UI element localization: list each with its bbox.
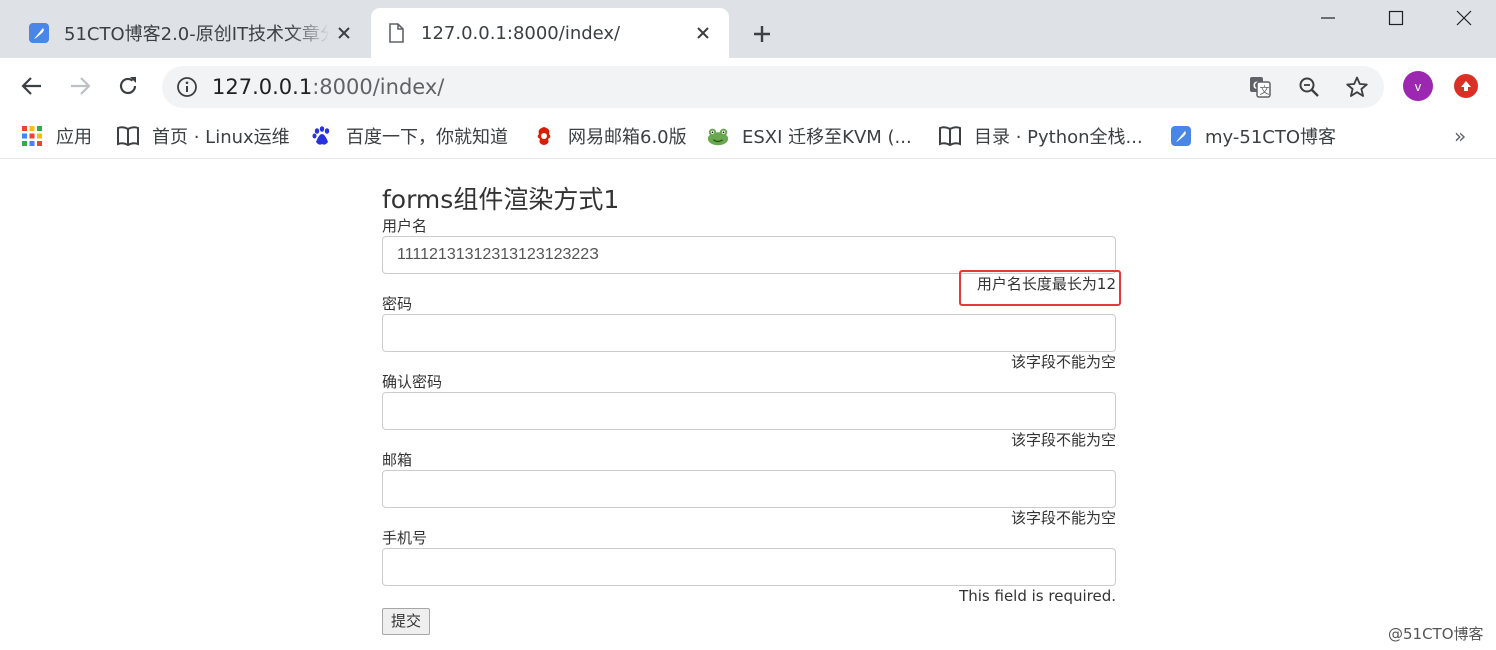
profile-avatar[interactable]: v (1403, 71, 1433, 101)
page-title: forms组件渲染方式1 (382, 185, 620, 214)
confirm-password-input[interactable] (382, 392, 1116, 430)
bookmark-baidu[interactable]: 百度一下，你就知道 (310, 122, 508, 150)
phone-input[interactable] (382, 548, 1116, 586)
bookmark-label: 首页 · Linux运维 (152, 127, 290, 148)
new-tab-button[interactable] (748, 20, 776, 48)
password-label: 密码 (382, 295, 413, 313)
extension-upload-icon[interactable] (1454, 74, 1478, 98)
bookmark-label: 网易邮箱6.0版 (568, 127, 687, 148)
url-text: 127.0.0.1:8000/index/ (212, 74, 444, 100)
tab-index[interactable]: 127.0.0.1:8000/index/ (371, 8, 729, 58)
url-path: :8000/index/ (312, 75, 445, 99)
book-icon (938, 124, 962, 148)
email-group: 邮箱 该字段不能为空 (382, 450, 1116, 528)
email-label: 邮箱 (382, 451, 413, 469)
baidu-paw-icon (310, 124, 334, 148)
arrow-right-icon (71, 77, 91, 95)
bookmarks-bar: 应用 首页 · Linux运维 百度一下，你就知道 网易邮箱6.0版 ESXI … (0, 114, 1496, 159)
back-button[interactable] (16, 70, 48, 102)
username-error: 用户名长度最长为12 (382, 270, 1121, 306)
bookmark-label: 目录 · Python全栈... (974, 127, 1143, 148)
bookmark-label: ESXI 迁移至KVM (... (742, 127, 912, 148)
username-label: 用户名 (382, 217, 428, 235)
netease-mail-icon (532, 124, 556, 148)
plus-icon (754, 26, 770, 42)
page-icon (389, 23, 404, 43)
bookmark-netease[interactable]: 网易邮箱6.0版 (532, 122, 687, 150)
close-window-button[interactable] (1440, 0, 1488, 36)
address-bar[interactable]: 127.0.0.1:8000/index/ G 文 (162, 66, 1384, 108)
bookmark-label: 百度一下，你就知道 (346, 127, 508, 148)
bookmark-label: my-51CTO博客 (1205, 127, 1337, 148)
forward-button[interactable] (64, 70, 96, 102)
tab-title: 51CTO博客2.0-原创IT技术文章分享平台 (64, 24, 330, 45)
tab-51cto[interactable]: 51CTO博客2.0-原创IT技术文章分享平台 (14, 8, 370, 58)
minimize-icon (1321, 17, 1335, 19)
toolbar: 127.0.0.1:8000/index/ G 文 v (0, 58, 1496, 114)
close-tab-icon[interactable] (689, 19, 717, 47)
username-value: 1111213131231312312322З (397, 246, 599, 263)
maximize-icon (1388, 10, 1404, 26)
bookmarks-overflow-button[interactable]: » (1454, 124, 1466, 148)
info-icon[interactable] (176, 76, 198, 98)
bookmark-label: 应用 (56, 127, 92, 148)
frog-icon (706, 124, 730, 148)
tab-strip: 51CTO博客2.0-原创IT技术文章分享平台 127.0.0.1:8000/i… (0, 0, 1496, 58)
username-input[interactable]: 1111213131231312312322З (382, 236, 1116, 274)
maximize-button[interactable] (1372, 0, 1420, 36)
arrow-left-icon (21, 77, 41, 95)
close-tab-icon[interactable] (330, 19, 358, 47)
password-error: 该字段不能为空 (1010, 353, 1116, 371)
bookmark-51cto[interactable]: my-51CTO博客 (1169, 122, 1336, 150)
star-icon[interactable] (1345, 75, 1369, 99)
password-group: 密码 该字段不能为空 (382, 294, 1116, 372)
phone-label: 手机号 (382, 529, 428, 547)
minimize-button[interactable] (1304, 0, 1352, 36)
confirm-password-group: 确认密码 该字段不能为空 (382, 372, 1116, 450)
phone-error: This field is required. (959, 587, 1116, 605)
feather-icon (1169, 124, 1193, 148)
password-input[interactable] (382, 314, 1116, 352)
email-error: 该字段不能为空 (1010, 509, 1116, 527)
bookmark-python[interactable]: 目录 · Python全栈... (938, 122, 1143, 150)
book-icon (116, 124, 140, 148)
feather-icon (29, 23, 49, 43)
reload-icon (119, 77, 137, 95)
username-group: 用户名 1111213131231312312322З 用户名长度最长为12 (382, 216, 1121, 306)
svg-text:文: 文 (1260, 84, 1270, 97)
email-input[interactable] (382, 470, 1116, 508)
confirm-password-error: 该字段不能为空 (1010, 431, 1116, 449)
confirm-password-label: 确认密码 (382, 373, 443, 391)
phone-group: 手机号 This field is required. (382, 528, 1116, 606)
url-host: 127.0.0.1 (212, 75, 313, 99)
bookmark-apps[interactable]: 应用 (20, 122, 92, 150)
bookmark-esxi[interactable]: ESXI 迁移至KVM (... (706, 122, 912, 150)
apps-grid-icon (20, 124, 44, 148)
submit-button[interactable]: 提交 (382, 608, 431, 635)
translate-icon[interactable]: G 文 (1248, 75, 1272, 99)
tab-title: 127.0.0.1:8000/index/ (421, 22, 621, 44)
bookmark-linux[interactable]: 首页 · Linux运维 (116, 122, 290, 150)
close-icon (1456, 10, 1472, 26)
reload-button[interactable] (112, 70, 144, 102)
watermark: @51CTO博客 (1388, 625, 1484, 643)
page-content: forms组件渲染方式1 用户名 1111213131231312312322З… (382, 184, 1121, 635)
zoom-icon[interactable] (1297, 75, 1321, 99)
